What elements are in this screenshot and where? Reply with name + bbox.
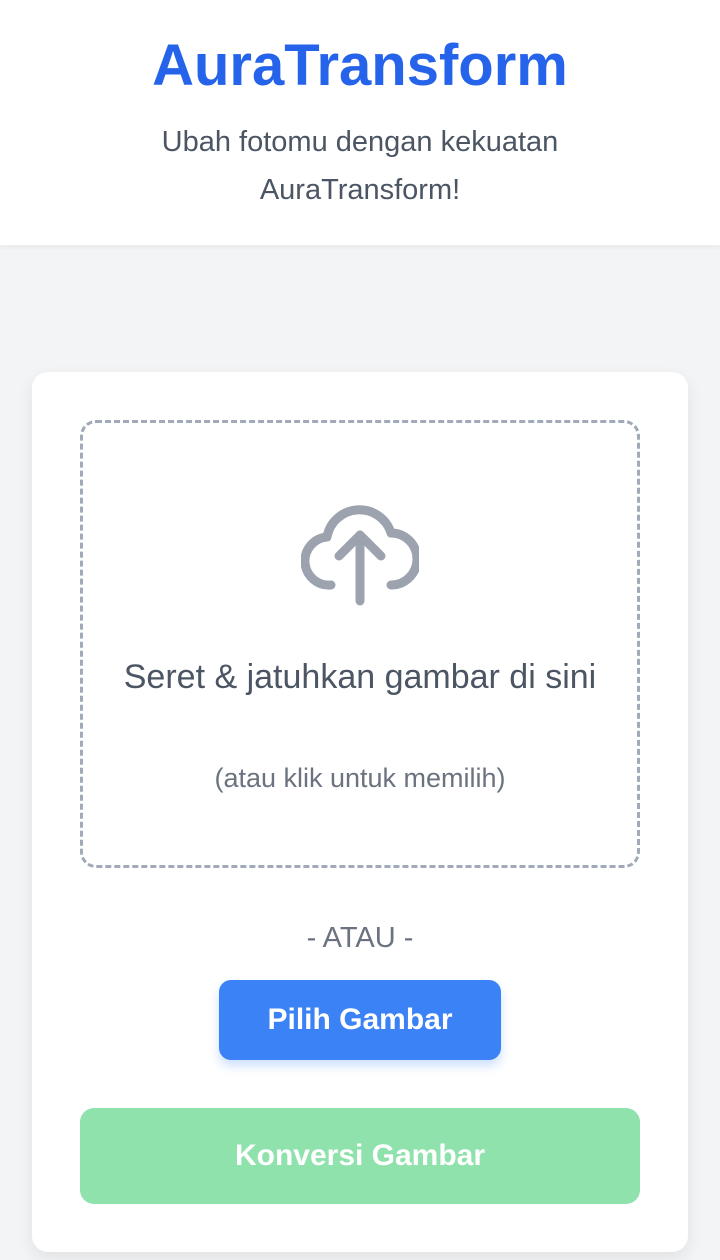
convert-image-button[interactable]: Konversi Gambar [80, 1108, 640, 1204]
dropzone-instruction: Seret & jatuhkan gambar di sini [123, 658, 597, 696]
choose-image-button[interactable]: Pilih Gambar [219, 980, 501, 1060]
upload-card: Seret & jatuhkan gambar di sini (atau kl… [32, 372, 688, 1252]
app-subtitle: Ubah fotomu dengan kekuatan AuraTransfor… [161, 126, 559, 206]
cloud-upload-icon [301, 505, 419, 606]
dropzone-hint: (atau klik untuk memilih) [214, 763, 506, 793]
image-dropzone[interactable]: Seret & jatuhkan gambar di sini (atau kl… [80, 420, 640, 868]
app-title: AuraTransform [152, 33, 568, 98]
or-divider: - ATAU - [306, 922, 414, 954]
app-header: AuraTransform Ubah fotomu dengan kekuata… [0, 0, 720, 246]
